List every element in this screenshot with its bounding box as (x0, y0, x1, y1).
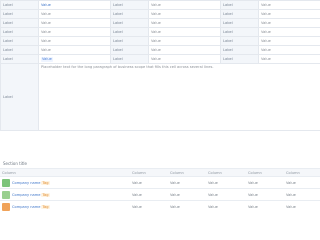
info-value: Value (258, 36, 320, 46)
table-cell: Value (246, 200, 284, 212)
table-cell: Value (284, 200, 320, 212)
column-header[interactable]: Column (284, 168, 320, 177)
info-value: Value (38, 0, 111, 10)
info-label: Label (110, 54, 149, 64)
legal-rep-link[interactable]: Value (41, 3, 51, 7)
info-value: Value (258, 9, 320, 19)
company-name-link[interactable]: Company name (12, 181, 40, 185)
info-label: Label (0, 54, 39, 64)
table-row[interactable]: Company name Tag Value Value Value Value … (0, 188, 320, 201)
info-label: Label (0, 27, 39, 37)
table-cell: Value (168, 200, 206, 212)
column-header[interactable]: Column (206, 168, 246, 177)
info-value: Value (38, 36, 111, 46)
company-cell: Company name Tag (0, 200, 130, 212)
scope-row: Label Placeholder text for the long para… (0, 63, 320, 131)
table-cell: Value (206, 200, 246, 212)
info-label: Label (220, 9, 259, 19)
info-label: Label (0, 45, 39, 55)
company-logo-icon (2, 190, 10, 199)
table-cell: Value (284, 176, 320, 189)
info-row: Label Value Label Value Label Value (0, 0, 320, 10)
info-label: Label (0, 18, 39, 28)
info-value: Value (148, 0, 221, 10)
table-cell: Value (130, 188, 168, 201)
info-row: Label Value Label Value Label Value (0, 45, 320, 55)
info-value: Value (148, 27, 221, 37)
info-label: Label (110, 45, 149, 55)
info-row: Label Value Label Value Label Value (0, 54, 320, 64)
company-name-link[interactable]: Company name (12, 205, 40, 209)
table-cell: Value (130, 200, 168, 212)
table-header-row: Column Column Column Column Column Colum… (0, 168, 320, 177)
info-label: Label (220, 18, 259, 28)
table-cell: Value (246, 188, 284, 201)
table-cell: Value (168, 188, 206, 201)
info-value: Value (38, 45, 111, 55)
company-cell: Company name Tag (0, 176, 130, 189)
info-value: Value (148, 54, 221, 64)
info-label: Label (220, 54, 259, 64)
info-label: Label (0, 9, 39, 19)
info-row: Label Value Label Value Label Value (0, 18, 320, 28)
table-cell: Value (284, 188, 320, 201)
column-header[interactable]: Column (0, 168, 130, 177)
scope-label: Label (0, 63, 39, 131)
value-pill: Value (41, 56, 53, 62)
column-header[interactable]: Column (246, 168, 284, 177)
company-name-link[interactable]: Company name (12, 193, 40, 197)
info-label: Label (110, 0, 149, 10)
info-row: Label Value Label Value Label Value (0, 27, 320, 37)
info-value: Value (148, 45, 221, 55)
company-logo-icon (2, 178, 10, 187)
status-tag: Tag (41, 180, 50, 185)
investment-table: Column Column Column Column Column Colum… (0, 168, 320, 212)
column-header[interactable]: Column (130, 168, 168, 177)
info-value: Value (258, 0, 320, 10)
info-label: Label (110, 18, 149, 28)
info-row: Label Value Label Value Label Value (0, 36, 320, 46)
status-tag: Tag (41, 204, 50, 209)
info-row: Label Value Label Value Label Value (0, 9, 320, 19)
info-label: Label (220, 36, 259, 46)
info-value: Value (38, 9, 111, 19)
info-label: Label (220, 0, 259, 10)
info-value: Value (258, 54, 320, 64)
info-value: Value (258, 27, 320, 37)
info-value: Value (258, 18, 320, 28)
scope-text: Placeholder text for the long paragraph … (38, 63, 320, 131)
table-row[interactable]: Company name Tag Value Value Value Value … (0, 176, 320, 189)
table-cell: Value (206, 188, 246, 201)
table-cell: Value (130, 176, 168, 189)
info-value: Value (38, 54, 111, 64)
company-logo-icon (2, 202, 10, 211)
info-value: Value (148, 18, 221, 28)
table-row[interactable]: Company name Tag Value Value Value Value … (0, 200, 320, 212)
info-label: Label (110, 9, 149, 19)
info-value: Value (148, 36, 221, 46)
info-label: Label (110, 36, 149, 46)
column-header[interactable]: Column (168, 168, 206, 177)
table-cell: Value (206, 176, 246, 189)
info-label: Label (0, 36, 39, 46)
info-label: Label (0, 0, 39, 10)
info-label: Label (220, 27, 259, 37)
company-info-page: Label Value Label Value Label Value Labe… (0, 0, 320, 240)
info-value: Value (258, 45, 320, 55)
section-title: Section title (3, 161, 27, 166)
info-label: Label (220, 45, 259, 55)
registration-info-table: Label Value Label Value Label Value Labe… (0, 0, 320, 131)
table-cell: Value (168, 176, 206, 189)
info-value: Value (38, 18, 111, 28)
info-label: Label (110, 27, 149, 37)
info-value: Value (148, 9, 221, 19)
status-tag: Tag (41, 192, 50, 197)
table-cell: Value (246, 176, 284, 189)
company-cell: Company name Tag (0, 188, 130, 201)
info-value: Value (38, 27, 111, 37)
